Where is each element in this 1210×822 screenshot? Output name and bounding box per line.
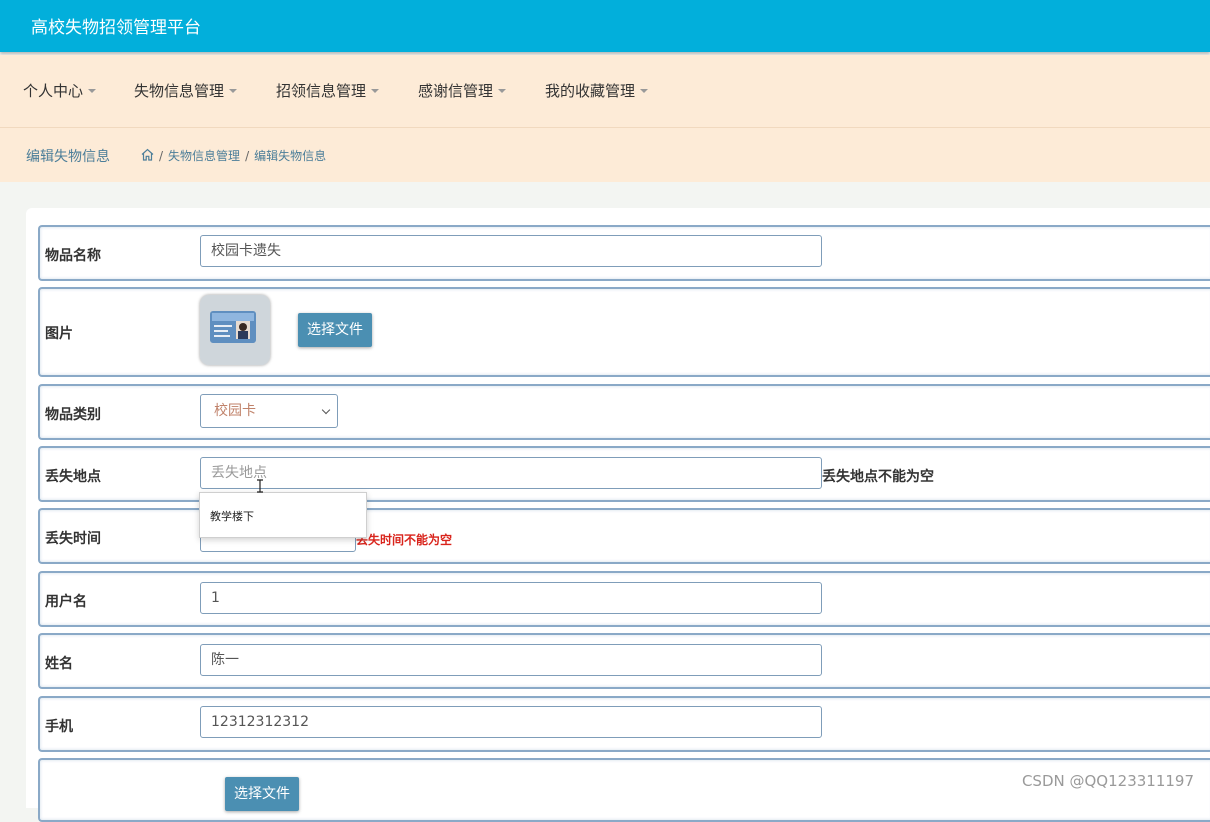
category-select[interactable]: 校园卡 — [200, 394, 338, 428]
location-suggestion-dropdown: 教学楼下 — [199, 492, 367, 538]
breadcrumb-bar: 编辑失物信息 / 失物信息管理 / 编辑失物信息 — [0, 128, 1210, 182]
page-title: 编辑失物信息 — [26, 149, 110, 165]
caret-down-icon — [229, 88, 238, 93]
time-error: 丢失时间不能为空 — [356, 533, 453, 547]
form-row-category: 物品类别 校园卡 — [38, 384, 1210, 440]
location-error: 丢失地点不能为空 — [822, 469, 934, 485]
form-row-image: 图片 选择文件 — [38, 287, 1210, 377]
caret-down-icon — [88, 88, 97, 93]
item-name-input[interactable]: 校园卡遗失 — [200, 235, 822, 267]
form-row-item-name: 物品名称 校园卡遗失 — [38, 225, 1210, 281]
chevron-down-icon — [321, 405, 331, 415]
suggestion-item[interactable]: 教学楼下 — [210, 508, 254, 524]
phone-input[interactable]: 12312312312 — [200, 706, 822, 738]
nav-item-thanks[interactable]: 感谢信管理 — [418, 80, 507, 101]
breadcrumb-separator: / — [159, 148, 164, 163]
breadcrumb: / 失物信息管理 / 编辑失物信息 — [141, 147, 326, 164]
text-cursor-icon — [256, 478, 264, 497]
form-row-phone: 手机 12312312312 — [38, 696, 1210, 752]
category-label: 物品类别 — [45, 407, 101, 423]
form-row-username: 用户名 1 — [38, 571, 1210, 627]
breadcrumb-current: 编辑失物信息 — [254, 149, 327, 163]
breadcrumb-separator: / — [245, 148, 250, 163]
choose-file-button[interactable]: 选择文件 — [298, 313, 372, 347]
home-icon[interactable] — [141, 148, 154, 164]
username-input[interactable]: 1 — [200, 582, 822, 614]
item-name-label: 物品名称 — [45, 248, 101, 264]
top-header: 高校失物招领管理平台 — [0, 0, 1210, 52]
form-row-file: 选择文件 — [38, 758, 1210, 822]
nav-item-lost-items[interactable]: 失物信息管理 — [134, 80, 238, 101]
location-input[interactable]: 丢失地点 — [200, 457, 822, 489]
watermark: CSDN @QQ123311197 — [1021, 772, 1194, 790]
breadcrumb-section[interactable]: 失物信息管理 — [168, 147, 240, 164]
form-row-name: 姓名 陈一 — [38, 633, 1210, 689]
name-label: 姓名 — [45, 656, 73, 672]
phone-label: 手机 — [45, 719, 73, 735]
caret-down-icon — [640, 88, 649, 93]
nav-item-favorites[interactable]: 我的收藏管理 — [545, 80, 649, 101]
choose-file-button-2[interactable]: 选择文件 — [225, 777, 299, 811]
app-title: 高校失物招领管理平台 — [31, 18, 201, 38]
caret-down-icon — [498, 88, 507, 93]
image-thumbnail — [200, 295, 270, 365]
image-label: 图片 — [45, 326, 73, 342]
time-label: 丢失时间 — [45, 531, 101, 547]
username-label: 用户名 — [45, 594, 87, 610]
location-label: 丢失地点 — [45, 469, 101, 485]
caret-down-icon — [371, 88, 380, 93]
name-input[interactable]: 陈一 — [200, 644, 822, 676]
main-nav: 个人中心 失物信息管理 招领信息管理 感谢信管理 我的收藏管理 — [0, 55, 1210, 128]
nav-item-profile[interactable]: 个人中心 — [23, 80, 97, 101]
nav-item-found-items[interactable]: 招领信息管理 — [276, 80, 380, 101]
category-selected-value: 校园卡 — [214, 403, 256, 419]
